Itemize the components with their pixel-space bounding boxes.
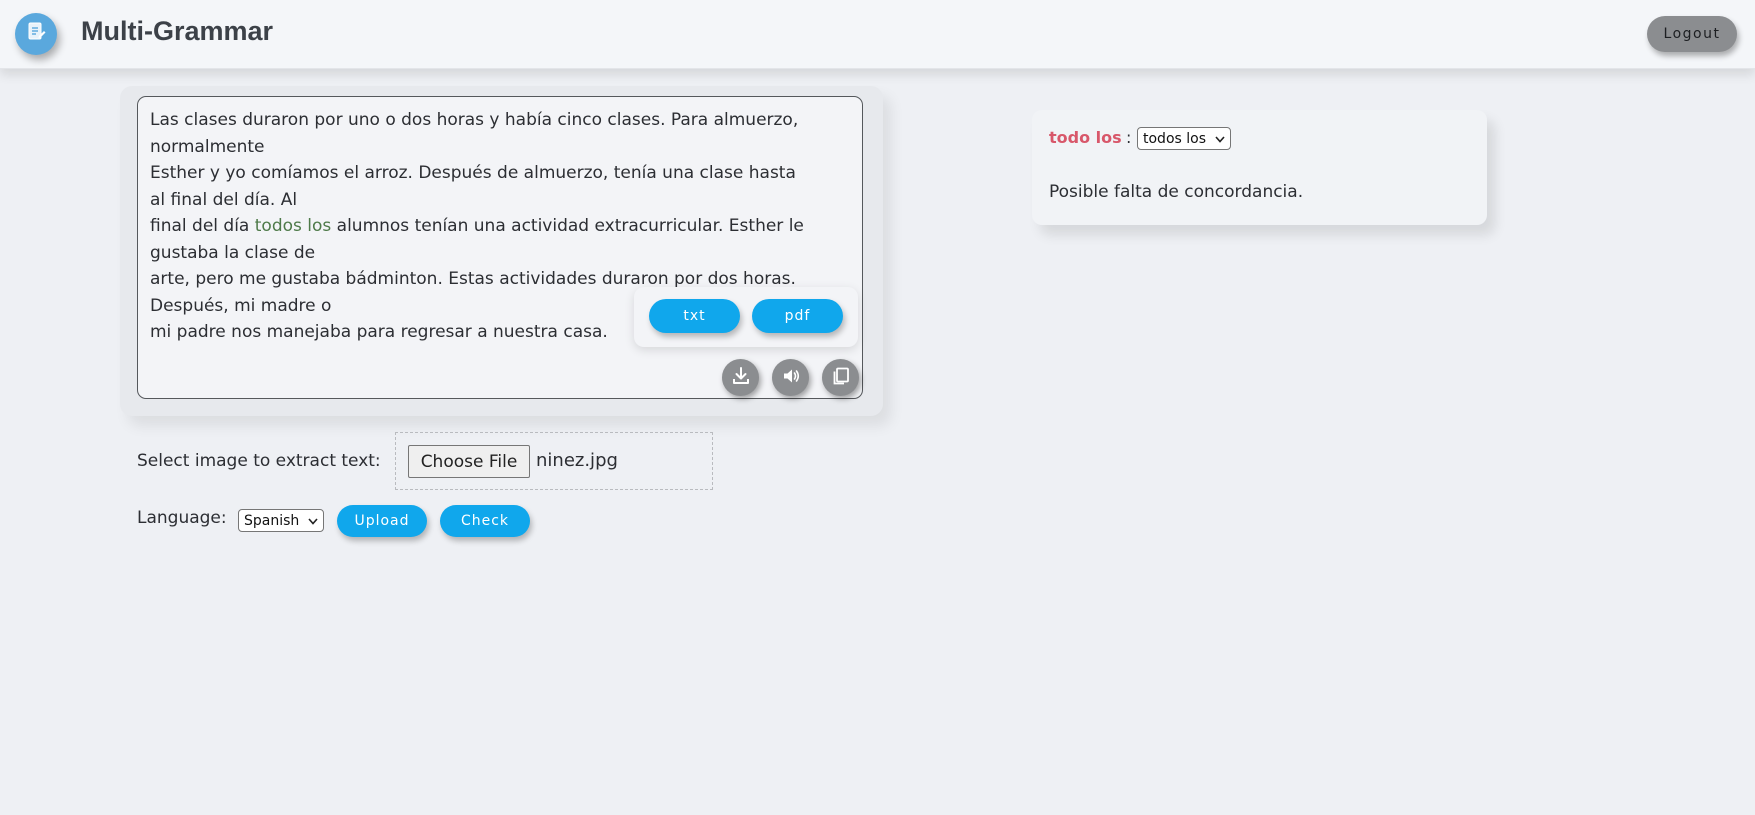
editor-line: final del día todos los alumnos tenían u… — [150, 216, 804, 236]
export-pdf-button[interactable]: pdf — [752, 299, 843, 333]
editor-line: normalmente — [150, 136, 265, 157]
suggestion-select[interactable]: todos los — [1137, 127, 1231, 150]
app-title: Multi-Grammar — [81, 16, 274, 46]
editor-line: Esther y yo comíamos el arroz. Después d… — [150, 163, 796, 183]
download-button[interactable] — [722, 359, 759, 396]
flagged-text[interactable]: todos los — [255, 216, 332, 236]
copy-button[interactable] — [822, 359, 859, 396]
separator: : — [1126, 128, 1132, 147]
image-select-label: Select image to extract text: — [137, 451, 381, 471]
speaker-icon — [781, 366, 801, 390]
chevron-down-icon — [1215, 131, 1225, 147]
app-header: Multi-Grammar Logout — [0, 0, 1755, 69]
app-logo — [15, 13, 57, 55]
selected-file-name: ninez.jpg — [536, 450, 618, 471]
text-editor[interactable]: Las clases duraron por uno o dos horas y… — [137, 96, 863, 399]
logout-button[interactable]: Logout — [1647, 16, 1737, 52]
copy-icon — [831, 366, 851, 390]
suggestion-message: Posible falta de concordancia. — [1049, 182, 1304, 202]
editor-line: al final del día. Al — [150, 189, 298, 210]
language-select[interactable]: Spanish — [238, 509, 324, 532]
flagged-word: todo los — [1049, 128, 1122, 147]
download-icon — [731, 366, 751, 390]
chevron-down-icon — [308, 513, 318, 529]
language-label: Language: — [137, 508, 227, 528]
check-button[interactable]: Check — [440, 505, 530, 537]
upload-button[interactable]: Upload — [337, 505, 427, 537]
editor-line: gustaba la clase de — [150, 242, 316, 263]
editor-line: Las clases duraron por uno o dos horas y… — [150, 110, 799, 130]
document-edit-icon — [26, 21, 46, 47]
choose-file-button[interactable]: Choose File — [408, 445, 530, 478]
text-to-speech-button[interactable] — [772, 359, 809, 396]
export-txt-button[interactable]: txt — [649, 299, 740, 333]
